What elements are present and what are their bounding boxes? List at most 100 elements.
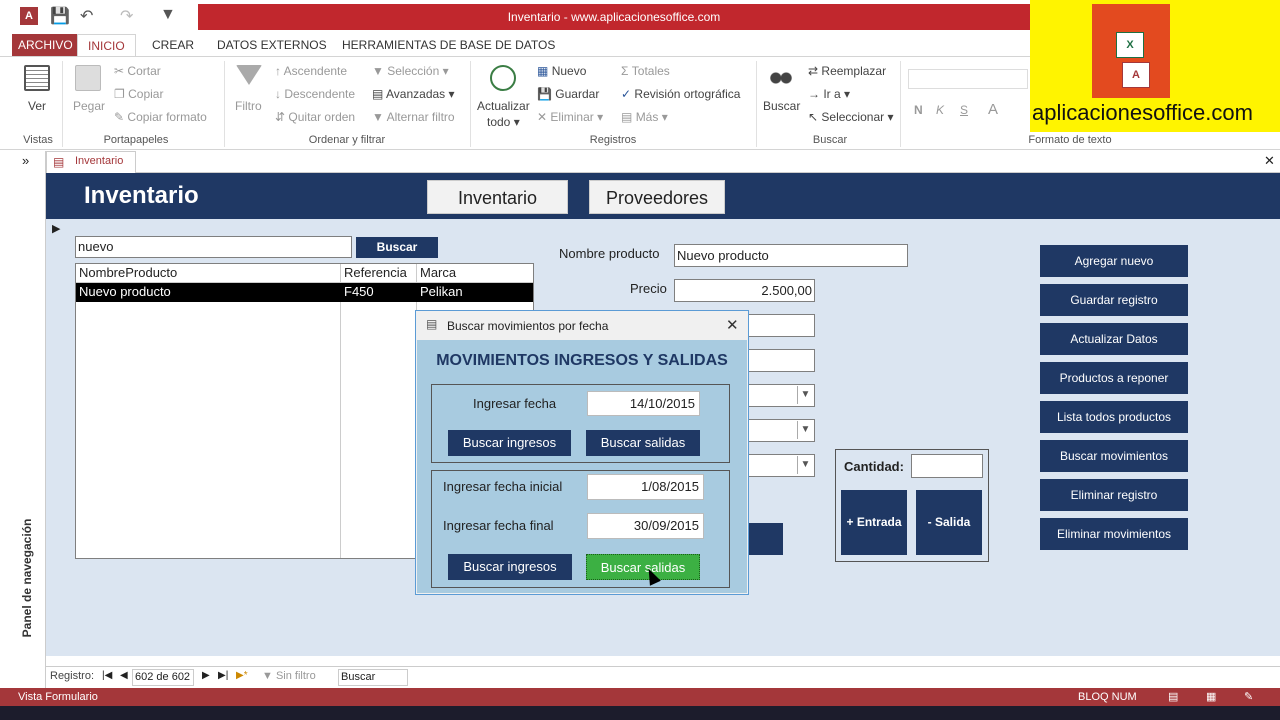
italic-button[interactable]: K — [936, 103, 944, 117]
ir-a-button[interactable]: → Ir a ▾ — [808, 87, 850, 101]
tab-herramientas[interactable]: HERRAMIENTAS DE BASE DE DATOS — [336, 34, 561, 56]
underline-button[interactable]: S — [960, 103, 968, 117]
agregar-nuevo-button[interactable]: Agregar nuevo — [1040, 245, 1188, 277]
guardar-button[interactable]: 💾 Guardar — [537, 87, 599, 101]
header-marca[interactable]: Marca — [420, 265, 456, 280]
spelling-icon: ✓ — [621, 87, 632, 101]
sigma-icon: Σ — [621, 64, 629, 78]
copiar-button[interactable]: ❐ Copiar — [114, 87, 163, 101]
avanzadas-button[interactable]: ▤ Avanzadas ▾ — [372, 87, 455, 101]
ascendente-button[interactable]: ↑ Ascendente — [275, 64, 347, 78]
eliminar-movimientos-button[interactable]: Eliminar movimientos — [1040, 518, 1188, 550]
actualizar-datos-button[interactable]: Actualizar Datos — [1040, 323, 1188, 355]
header-nombre[interactable]: NombreProducto — [79, 265, 177, 280]
eliminar-button[interactable]: ✕ Eliminar ▾ — [537, 110, 603, 124]
sin-filtro-label[interactable]: ▼ Sin filtro — [262, 670, 316, 682]
bold-button[interactable]: N — [914, 103, 923, 117]
ver-button[interactable]: Ver — [28, 99, 46, 113]
dialog-close-icon[interactable]: ✕ — [726, 316, 739, 334]
cortar-button[interactable]: ✂ Cortar — [114, 64, 161, 78]
tab-datos-externos[interactable]: DATOS EXTERNOS — [211, 34, 333, 56]
revision-button[interactable]: ✓ Revisión ortográfica — [621, 87, 740, 101]
form-view-icon[interactable]: ▤ — [1168, 690, 1178, 703]
copiar-formato-button[interactable]: ✎ Copiar formato — [114, 110, 207, 124]
tab-archivo[interactable]: ARCHIVO — [12, 34, 79, 56]
buscar-movimientos-button[interactable]: Buscar movimientos — [1040, 440, 1188, 472]
windows-taskbar — [0, 706, 1280, 720]
lista-productos-button[interactable]: Lista todos productos — [1040, 401, 1188, 433]
salida-button[interactable]: - Salida — [916, 490, 982, 555]
search-input[interactable]: nuevo — [75, 236, 352, 258]
reemplazar-button[interactable]: ⇄ Reemplazar — [808, 64, 886, 78]
eliminar-registro-button[interactable]: Eliminar registro — [1040, 479, 1188, 511]
tab-inicio[interactable]: INICIO — [77, 34, 136, 56]
pegar-button[interactable]: Pegar — [73, 99, 105, 113]
window-title: Inventario - www.aplicacionesoffice.com — [198, 4, 1030, 30]
descendente-button[interactable]: ↓ Descendente — [275, 87, 355, 101]
chevron-down-icon[interactable]: ▼ — [797, 386, 813, 404]
nombre-label: Nombre producto — [559, 246, 660, 261]
buscar-ribbon-button[interactable]: Buscar — [763, 99, 800, 113]
actualizar-button[interactable]: Actualizar — [477, 99, 530, 113]
cortar-label: Cortar — [127, 64, 161, 78]
actualizar-todo-label[interactable]: todo ▾ — [487, 115, 520, 129]
last-record-icon[interactable]: ▶| — [218, 670, 228, 681]
sort-desc-icon: ↓ — [275, 87, 281, 101]
buscar-salidas-button[interactable]: Buscar salidas — [586, 430, 700, 456]
buscar-salidas-rango-button[interactable]: Buscar salidas — [586, 554, 700, 580]
header-referencia[interactable]: Referencia — [344, 265, 407, 280]
record-selector-arrow[interactable]: ▶ — [52, 222, 60, 235]
productos-reponer-button[interactable]: Productos a reponer — [1040, 362, 1188, 394]
record-position[interactable]: 602 de 602 — [132, 669, 194, 686]
mas-button[interactable]: ▤ Más ▾ — [621, 110, 668, 124]
font-color-icon[interactable]: A — [988, 101, 998, 118]
chevron-down-icon[interactable]: ▼ — [797, 421, 813, 439]
font-name-box[interactable] — [908, 69, 1028, 89]
design-view-icon[interactable]: ✎ — [1244, 690, 1253, 703]
copiar-label: Copiar — [128, 87, 164, 101]
next-record-icon[interactable]: ▶ — [202, 670, 210, 681]
doc-tab-inventario[interactable]: ▤ Inventario — [46, 151, 136, 173]
seleccion-button[interactable]: ▼ Selección ▾ — [372, 64, 449, 78]
prev-record-icon[interactable]: ◀ — [120, 670, 128, 681]
fecha-field[interactable]: 14/10/2015 — [587, 391, 700, 416]
fecha-inicial-field[interactable]: 1/08/2015 — [587, 474, 704, 500]
filter-icon[interactable]: ▼ — [160, 6, 176, 24]
nav-proveedores-button[interactable]: Proveedores — [589, 180, 725, 214]
chevron-down-icon[interactable]: ▼ — [797, 456, 813, 474]
totales-label: Totales — [631, 64, 670, 78]
logo-text: aplicacionesoffice.com — [1032, 100, 1253, 125]
buscar-ingresos-rango-button[interactable]: Buscar ingresos — [448, 554, 572, 580]
first-record-icon[interactable]: |◀ — [102, 670, 112, 681]
eliminar-label: Eliminar — [550, 110, 594, 124]
datasheet-view-icon[interactable]: ▦ — [1206, 690, 1216, 703]
buscar-ingresos-button[interactable]: Buscar ingresos — [448, 430, 571, 456]
redo-icon[interactable]: ↷ — [120, 6, 133, 26]
seleccionar-button[interactable]: ↖ Seleccionar ▾ — [808, 110, 893, 124]
totales-button[interactable]: Σ Totales — [621, 64, 670, 78]
nav-inventario-button[interactable]: Inventario — [427, 180, 568, 214]
new-record-nav-icon[interactable]: ▶* — [236, 670, 248, 681]
alternar-filtro-button[interactable]: ▼ Alternar filtro — [372, 110, 455, 124]
entrada-button[interactable]: + Entrada — [841, 490, 907, 555]
navigation-pane[interactable]: » Panel de navegación — [14, 151, 46, 690]
search-button[interactable]: Buscar — [356, 237, 438, 258]
record-search-input[interactable]: Buscar — [338, 669, 408, 686]
nuevo-button[interactable]: ▦ Nuevo — [537, 64, 586, 78]
access-app-icon[interactable]: A — [20, 7, 38, 25]
precio-field[interactable]: 2.500,00 — [674, 279, 815, 302]
nav-pane-label: Panel de navegación — [20, 518, 34, 638]
expand-nav-icon[interactable]: » — [22, 153, 29, 168]
list-item[interactable]: Nuevo producto F450 Pelikan — [76, 283, 533, 302]
save-icon[interactable]: 💾 — [50, 6, 70, 26]
tab-crear[interactable]: CREAR — [146, 34, 200, 56]
filtro-button[interactable]: Filtro — [235, 99, 262, 113]
quitar-orden-button[interactable]: ⇵ Quitar orden — [275, 110, 355, 124]
document-tab-bar: ▤ Inventario ✕ — [46, 151, 1280, 173]
guardar-registro-button[interactable]: Guardar registro — [1040, 284, 1188, 316]
fecha-final-field[interactable]: 30/09/2015 — [587, 513, 704, 539]
undo-icon[interactable]: ↶ — [80, 6, 93, 26]
nombre-field[interactable]: Nuevo producto — [674, 244, 908, 267]
close-form-icon[interactable]: ✕ — [1264, 153, 1275, 169]
cantidad-field[interactable] — [911, 454, 983, 478]
